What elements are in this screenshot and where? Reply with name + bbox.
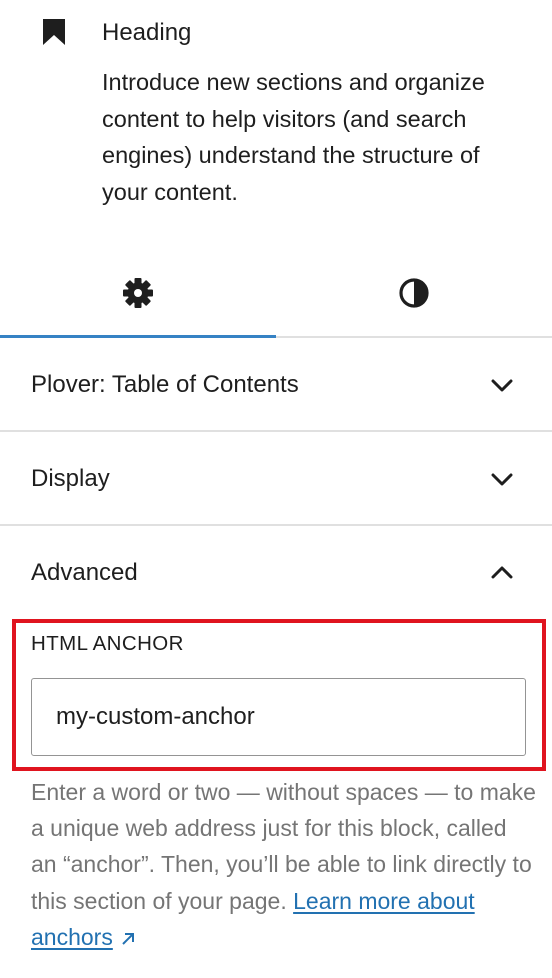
html-anchor-input[interactable] [31,678,526,756]
half-circle-contrast-icon [399,278,429,308]
tab-styles[interactable] [276,250,552,336]
panel-title-plover-toc: Plover: Table of Contents [31,371,299,398]
gear-icon [123,278,153,308]
external-arrow-icon [122,932,134,945]
chevron-down-icon [491,473,513,486]
inspector-tabs [0,250,552,338]
block-card: Heading Introduce new sections and organ… [0,0,552,250]
chevron-down-icon [491,379,513,392]
block-title: Heading [102,19,192,46]
panel-title-advanced: Advanced [31,559,138,586]
html-anchor-label: HTML ANCHOR [31,632,184,655]
panel-display[interactable]: Display [0,432,552,526]
panel-title-display: Display [31,465,110,492]
block-description: Introduce new sections and organize cont… [102,69,485,205]
bookmark-icon [43,19,65,45]
panel-plover-toc[interactable]: Plover: Table of Contents [0,338,552,432]
panel-advanced[interactable]: Advanced [0,526,552,620]
tab-settings[interactable] [0,250,276,338]
help-text: Enter a word or two — without spaces — t… [31,774,536,955]
chevron-up-icon [491,566,513,579]
